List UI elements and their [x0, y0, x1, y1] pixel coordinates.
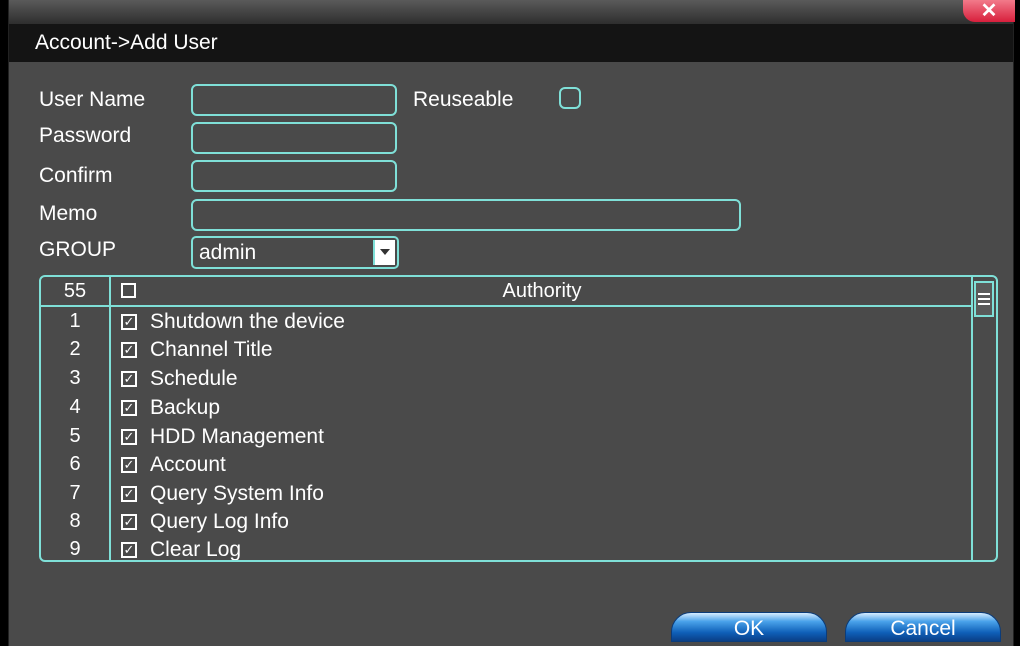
row-checkbox[interactable]: ✓ — [121, 342, 137, 358]
close-icon: ✕ — [980, 0, 998, 22]
title-bar: Account->Add User ✕ — [9, 0, 1015, 62]
chevron-down-icon[interactable] — [373, 240, 395, 265]
row-number: 7 — [69, 482, 81, 504]
table-row[interactable]: 6 ✓ Account — [41, 451, 971, 480]
row-number: 1 — [69, 310, 81, 332]
table-row[interactable]: 7 ✓ Query System Info — [41, 480, 971, 509]
group-select[interactable]: admin — [191, 236, 399, 269]
title-top-strip — [9, 0, 1013, 24]
group-value: admin — [199, 241, 257, 264]
row-checkbox[interactable]: ✓ — [121, 314, 137, 330]
user-name-label: User Name — [39, 88, 146, 111]
row-number: 2 — [69, 338, 81, 360]
table-row[interactable]: 1 ✓ Shutdown the device — [41, 308, 971, 337]
row-authority-name: Shutdown the device — [150, 310, 345, 333]
memo-label: Memo — [39, 202, 98, 225]
row-number: 4 — [69, 396, 81, 418]
confirm-label: Confirm — [39, 164, 113, 187]
scrollbar-divider — [971, 277, 973, 560]
password-label: Password — [39, 124, 132, 147]
row-authority-name: Query Log Info — [150, 510, 289, 533]
add-user-dialog: Account->Add User ✕ User Name Reuseable … — [8, 0, 1015, 646]
row-authority-name: Query System Info — [150, 482, 324, 505]
scrollbar-thumb[interactable] — [974, 281, 994, 317]
table-row[interactable]: 2 ✓ Channel Title — [41, 336, 971, 365]
row-authority-name: Account — [150, 453, 226, 476]
cancel-button[interactable]: Cancel — [845, 612, 1001, 642]
table-row[interactable]: 4 ✓ Backup — [41, 394, 971, 423]
authority-count: 55 — [63, 280, 87, 302]
row-checkbox[interactable]: ✓ — [121, 429, 137, 445]
memo-input[interactable] — [191, 199, 741, 231]
row-checkbox[interactable]: ✓ — [121, 371, 137, 387]
header-divider — [41, 305, 971, 307]
user-name-input[interactable] — [191, 84, 397, 116]
reuseable-label: Reuseable — [413, 88, 514, 111]
row-authority-name: Backup — [150, 396, 221, 419]
confirm-input[interactable] — [191, 160, 397, 192]
row-number: 9 — [69, 538, 81, 560]
table-row[interactable]: 8 ✓ Query Log Info — [41, 508, 971, 537]
authority-header: Authority — [502, 280, 582, 302]
row-number: 6 — [69, 453, 81, 475]
grip-line — [978, 298, 990, 300]
row-checkbox[interactable]: ✓ — [121, 542, 137, 558]
table-row[interactable]: 5 ✓ HDD Management — [41, 423, 971, 452]
row-number: 8 — [69, 510, 81, 532]
reuseable-checkbox[interactable] — [559, 87, 581, 109]
ok-button[interactable]: OK — [671, 612, 827, 642]
row-authority-name: Channel Title — [150, 338, 273, 361]
dialog-title: Account->Add User — [35, 31, 218, 54]
close-button[interactable]: ✕ — [963, 0, 1015, 22]
row-number: 5 — [69, 425, 81, 447]
table-row[interactable]: 3 ✓ Schedule — [41, 365, 971, 394]
row-authority-name: Schedule — [150, 367, 238, 390]
password-input[interactable] — [191, 122, 397, 154]
authority-table: 55 Authority 1 ✓ Shutdown the device 2 ✓… — [39, 275, 998, 562]
row-authority-name: Clear Log — [150, 538, 242, 561]
row-checkbox[interactable]: ✓ — [121, 514, 137, 530]
grip-line — [978, 303, 990, 305]
table-row[interactable]: 9 ✓ Clear Log — [41, 536, 971, 561]
grip-line — [978, 293, 990, 295]
row-number: 3 — [69, 367, 81, 389]
group-label: GROUP — [39, 238, 117, 261]
row-authority-name: HDD Management — [150, 425, 324, 448]
row-checkbox[interactable]: ✓ — [121, 457, 137, 473]
row-checkbox[interactable]: ✓ — [121, 486, 137, 502]
row-checkbox[interactable]: ✓ — [121, 400, 137, 416]
